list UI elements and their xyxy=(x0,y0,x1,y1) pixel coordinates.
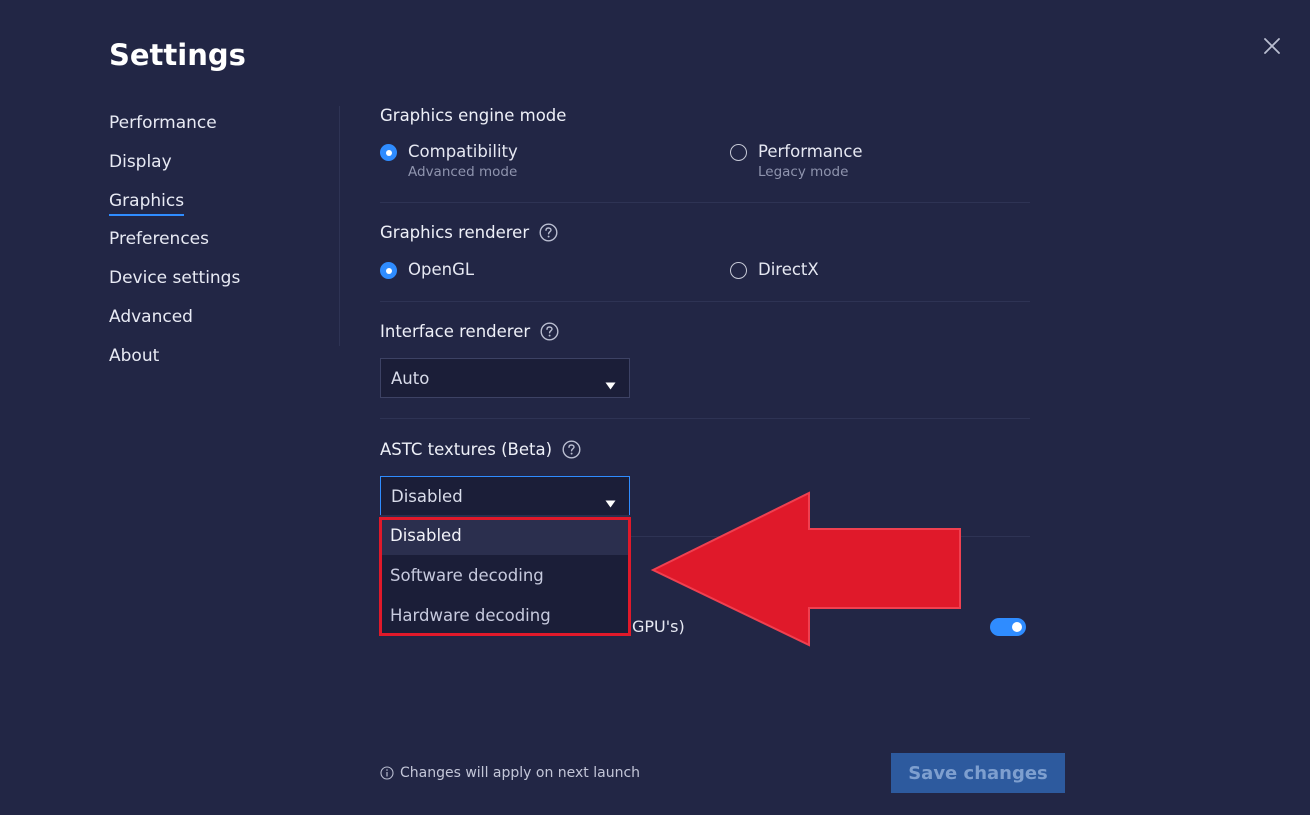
radio-dot-icon xyxy=(380,262,397,279)
help-icon[interactable] xyxy=(539,223,558,242)
radio-compatibility[interactable]: Compatibility Advanced mode xyxy=(380,142,518,180)
page-title: Settings xyxy=(109,38,246,72)
sidebar-item-preferences[interactable]: Preferences xyxy=(109,229,240,249)
annotation-arrow-icon xyxy=(650,490,962,653)
sidebar-item-graphics[interactable]: Graphics xyxy=(109,191,185,216)
radio-dot-icon xyxy=(730,144,747,161)
radio-dot-icon xyxy=(380,144,397,161)
caret-down-icon xyxy=(605,493,616,512)
help-icon[interactable] xyxy=(562,440,581,459)
radio-directx-label: DirectX xyxy=(758,260,819,279)
dropdown-option-hardware-decoding[interactable]: Hardware decoding xyxy=(380,595,630,635)
sidebar-divider xyxy=(339,106,340,346)
sidebar-item-performance[interactable]: Performance xyxy=(109,113,240,133)
radio-performance[interactable]: Performance Legacy mode xyxy=(730,142,863,180)
radio-opengl[interactable]: OpenGL xyxy=(380,260,474,279)
interface-renderer-select[interactable]: Auto xyxy=(380,358,630,398)
astc-textures-value: Disabled xyxy=(391,486,463,506)
astc-textures-text: ASTC textures (Beta) xyxy=(380,440,553,459)
radio-opengl-label: OpenGL xyxy=(408,260,475,279)
radio-performance-sublabel: Legacy mode xyxy=(758,164,849,180)
save-changes-button[interactable]: Save changes xyxy=(891,753,1065,793)
interface-renderer-label: Interface renderer xyxy=(380,322,559,341)
help-icon[interactable] xyxy=(540,322,559,341)
sidebar-item-display[interactable]: Display xyxy=(109,152,240,172)
sidebar-item-about[interactable]: About xyxy=(109,346,240,366)
graphics-engine-mode-text: Graphics engine mode xyxy=(380,106,567,125)
interface-renderer-value: Auto xyxy=(391,368,430,388)
sidebar-nav: Performance Display Graphics Preferences… xyxy=(109,113,240,385)
restart-note-text: Changes will apply on next launch xyxy=(400,765,641,781)
interface-renderer-text: Interface renderer xyxy=(380,322,531,341)
astc-dropdown-menu: Disabled Software decoding Hardware deco… xyxy=(380,515,630,635)
close-icon[interactable] xyxy=(1262,36,1282,56)
restart-note: Changes will apply on next launch xyxy=(380,765,640,781)
dropdown-option-disabled[interactable]: Disabled xyxy=(380,515,630,555)
radio-compatibility-sublabel: Advanced mode xyxy=(408,164,518,180)
info-icon xyxy=(380,766,394,780)
section-divider xyxy=(380,202,1030,203)
graphics-renderer-label: Graphics renderer xyxy=(380,223,558,242)
sidebar-item-advanced[interactable]: Advanced xyxy=(109,307,240,327)
section-divider xyxy=(380,418,1030,419)
dropdown-option-software-decoding[interactable]: Software decoding xyxy=(380,555,630,595)
graphics-renderer-text: Graphics renderer xyxy=(380,223,530,242)
graphics-engine-mode-label: Graphics engine mode xyxy=(380,106,566,125)
radio-directx[interactable]: DirectX xyxy=(730,260,819,279)
section-divider xyxy=(380,301,1030,302)
caret-down-icon xyxy=(605,375,616,394)
radio-compatibility-label: Compatibility xyxy=(408,142,518,161)
sidebar-item-device-settings[interactable]: Device settings xyxy=(109,268,240,288)
gpu-setting-toggle[interactable] xyxy=(990,618,1026,636)
radio-dot-icon xyxy=(730,262,747,279)
astc-textures-select[interactable]: Disabled xyxy=(380,476,630,516)
radio-performance-label: Performance xyxy=(758,142,863,161)
astc-textures-label: ASTC textures (Beta) xyxy=(380,440,581,459)
